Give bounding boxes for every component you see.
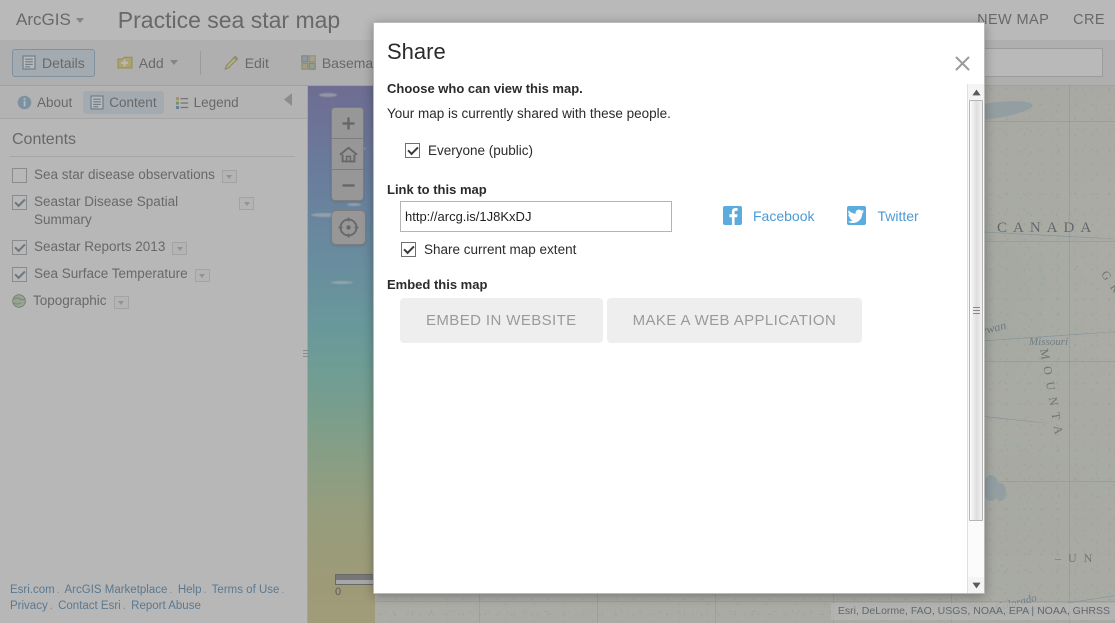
triangle-up-icon (972, 89, 981, 96)
everyone-public-label: Everyone (public) (428, 143, 533, 158)
share-extent-label: Share current map extent (424, 242, 576, 257)
facebook-icon (723, 206, 742, 225)
everyone-public-checkbox[interactable] (405, 143, 420, 158)
scroll-up-button[interactable] (968, 84, 984, 100)
scroll-thumb[interactable] (969, 100, 983, 521)
dialog-scrollbar[interactable] (967, 84, 984, 593)
twitter-icon (847, 206, 866, 225)
embed-section-label: Embed this map (387, 277, 967, 292)
facebook-label: Facebook (753, 208, 814, 224)
choose-heading: Choose who can view this map. (387, 81, 967, 96)
share-dialog-title: Share (374, 23, 984, 73)
share-dialog-body: Choose who can view this map. Your map i… (374, 73, 984, 593)
twitter-share-link[interactable]: Twitter (847, 206, 918, 225)
arcgis-map-viewer: Slave CANADA Saskatchewan Missouri Color… (0, 0, 1115, 623)
embed-buttons: EMBED IN WEBSITE MAKE A WEB APPLICATION (400, 298, 967, 343)
scroll-track[interactable] (968, 100, 984, 577)
twitter-label: Twitter (877, 208, 918, 224)
share-extent-checkbox[interactable] (401, 242, 416, 257)
social-share-links: Facebook Twitter (723, 206, 919, 225)
embed-in-website-button[interactable]: EMBED IN WEBSITE (400, 298, 603, 343)
shared-with-text: Your map is currently shared with these … (387, 106, 967, 121)
scroll-grip-icon (973, 307, 980, 314)
share-dialog: Share Choose who can view this map. Your… (373, 22, 985, 594)
make-web-application-button[interactable]: MAKE A WEB APPLICATION (607, 298, 863, 343)
share-dialog-content: Choose who can view this map. Your map i… (374, 73, 967, 593)
everyone-public-option[interactable]: Everyone (public) (405, 143, 967, 158)
scroll-down-button[interactable] (968, 577, 984, 593)
link-section-label: Link to this map (387, 182, 967, 197)
close-button[interactable] (952, 53, 972, 73)
facebook-share-link[interactable]: Facebook (723, 206, 814, 225)
share-extent-option[interactable]: Share current map extent (401, 242, 967, 257)
triangle-down-icon (972, 582, 981, 589)
link-row: Facebook Twitter (387, 201, 967, 232)
close-icon (955, 56, 970, 71)
share-link-input[interactable] (400, 201, 672, 232)
